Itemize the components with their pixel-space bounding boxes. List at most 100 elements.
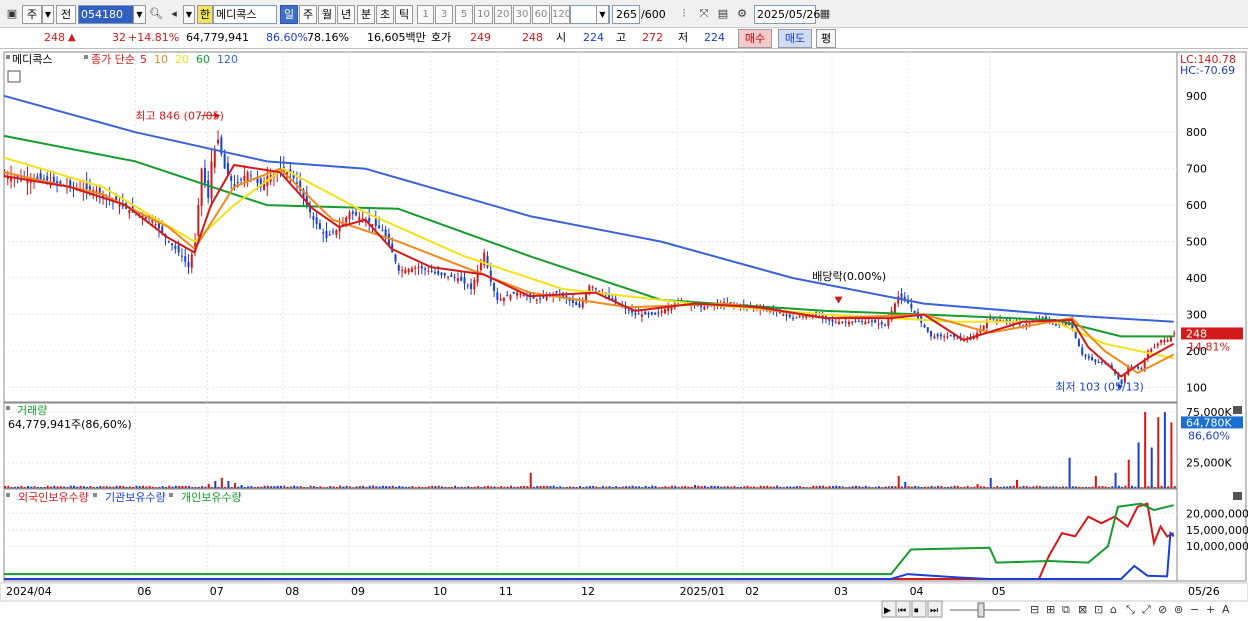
candle-body xyxy=(834,321,837,323)
period-button-6[interactable]: 틱 xyxy=(395,5,413,24)
custom-period-dropdown-icon[interactable]: ▼ xyxy=(596,5,609,24)
candle-body xyxy=(397,265,400,271)
candle-body xyxy=(410,268,413,272)
period-button-1[interactable]: 주 xyxy=(299,5,317,24)
period-button-2[interactable]: 월 xyxy=(318,5,336,24)
volume-bar xyxy=(490,486,493,488)
type-button[interactable]: 주 xyxy=(22,5,42,24)
volume-bar xyxy=(897,475,900,488)
high-label: 고 xyxy=(616,31,627,44)
candle-type-icon[interactable]: ⫶ xyxy=(676,6,692,22)
save-icon[interactable]: ▤ xyxy=(715,6,731,22)
speaker-dropdown-icon[interactable]: ▼ xyxy=(183,5,195,24)
volume-bar xyxy=(483,486,486,488)
volume-bar xyxy=(605,486,608,488)
minute-button-60[interactable]: 60 xyxy=(532,5,550,24)
volume-bar xyxy=(122,486,125,488)
volume-bar xyxy=(368,485,371,488)
volume-bar xyxy=(273,486,276,488)
volume-bar xyxy=(289,486,292,488)
volume-bar xyxy=(395,486,397,488)
volume-bar xyxy=(1091,486,1094,488)
volume-bar xyxy=(697,485,700,488)
volume-bar xyxy=(174,485,177,488)
window-icon[interactable]: ▣ xyxy=(4,6,20,22)
y-tick-label: 15,000,000 xyxy=(1186,524,1248,537)
last-pct-label: 14.81% xyxy=(1188,340,1230,353)
candle-body xyxy=(1153,347,1156,349)
minute-button-1[interactable]: 1 xyxy=(417,5,434,24)
volume-bar xyxy=(789,486,792,488)
volume-bar xyxy=(996,485,999,488)
period-button-3[interactable]: 년 xyxy=(337,5,355,24)
low-value: 224 xyxy=(704,31,725,44)
period-button-4[interactable]: 분 xyxy=(357,5,375,24)
minute-button-120[interactable]: 120 xyxy=(551,5,571,24)
search-icon[interactable]: 🔍︎ xyxy=(148,6,164,22)
count-input[interactable]: 265 xyxy=(612,5,640,24)
date-input[interactable]: 2025/05/26 xyxy=(754,5,820,24)
x-tick-label: 07 xyxy=(210,585,224,598)
volume-bar xyxy=(142,485,144,488)
volume-bar xyxy=(549,485,552,488)
type-dropdown-icon[interactable]: ▼ xyxy=(42,5,54,24)
volume-bar xyxy=(858,486,861,488)
volume-bar xyxy=(63,486,66,488)
volume-bar xyxy=(286,486,289,488)
prev-button[interactable]: 전 xyxy=(56,5,76,24)
volume-bar xyxy=(1124,485,1127,488)
gear-icon[interactable]: ⚙ xyxy=(734,6,750,22)
volume-bar xyxy=(976,483,979,488)
candle-body xyxy=(578,303,581,308)
minute-button-3[interactable]: 3 xyxy=(435,5,453,24)
volume-bar xyxy=(598,487,601,488)
volume-bar xyxy=(201,485,204,488)
buy-button[interactable]: 매수 xyxy=(738,29,772,48)
speaker-icon[interactable]: ◂ xyxy=(166,6,182,22)
volume-bar xyxy=(40,487,43,488)
period-button-0[interactable]: 일 xyxy=(280,5,298,24)
volume-bar xyxy=(565,487,568,488)
candle-body xyxy=(949,334,952,337)
volume-bar xyxy=(450,486,453,488)
volume-bar xyxy=(260,486,263,488)
volume-bar xyxy=(105,486,108,488)
cross-icon[interactable]: ⤧ xyxy=(696,6,712,22)
volume-bar xyxy=(362,485,365,488)
volume-bar xyxy=(27,486,29,488)
last-price-label: 248 xyxy=(1186,327,1207,340)
volume-bar xyxy=(572,486,575,488)
sell-button[interactable]: 매도 xyxy=(778,29,812,48)
code-dropdown-icon[interactable]: ▼ xyxy=(133,5,146,24)
minute-button-30[interactable]: 30 xyxy=(513,5,531,24)
volume-bar xyxy=(418,486,420,488)
high-value: 272 xyxy=(642,31,663,44)
volume-bar xyxy=(592,485,595,488)
chart-area[interactable]: 2024/04 06 07 08 09 10 11 12 2025/01 02 03 04 05 05/2… xyxy=(0,50,1248,621)
calendar-icon[interactable]: ▦ xyxy=(817,6,833,22)
volume-bar xyxy=(887,486,890,488)
volume-bar xyxy=(477,485,480,488)
evaluate-button[interactable]: 평 xyxy=(816,29,836,48)
period-button-5[interactable]: 초 xyxy=(376,5,394,24)
volume-bar xyxy=(513,486,516,488)
zoom-slider-handle[interactable] xyxy=(977,602,985,618)
hangul-button[interactable]: 한 xyxy=(197,5,213,24)
candle-body xyxy=(897,296,900,304)
volume-bar xyxy=(1032,486,1035,488)
candle-body xyxy=(535,299,538,301)
panel-close-icon xyxy=(1233,406,1242,414)
minute-button-20[interactable]: 20 xyxy=(494,5,512,24)
volume-bar xyxy=(79,485,82,488)
volume-bar xyxy=(884,486,887,488)
volume-bar xyxy=(375,486,378,488)
stock-name-field[interactable]: 메디콕스 xyxy=(213,5,277,24)
candle-body xyxy=(1077,339,1080,347)
volume-bar xyxy=(575,487,578,488)
volume-bar xyxy=(263,485,266,488)
volume-bar xyxy=(1029,486,1032,488)
minute-button-5[interactable]: 5 xyxy=(455,5,473,24)
volume-bar xyxy=(155,487,158,488)
minute-button-10[interactable]: 10 xyxy=(474,5,493,24)
volume-bar xyxy=(1022,485,1025,488)
